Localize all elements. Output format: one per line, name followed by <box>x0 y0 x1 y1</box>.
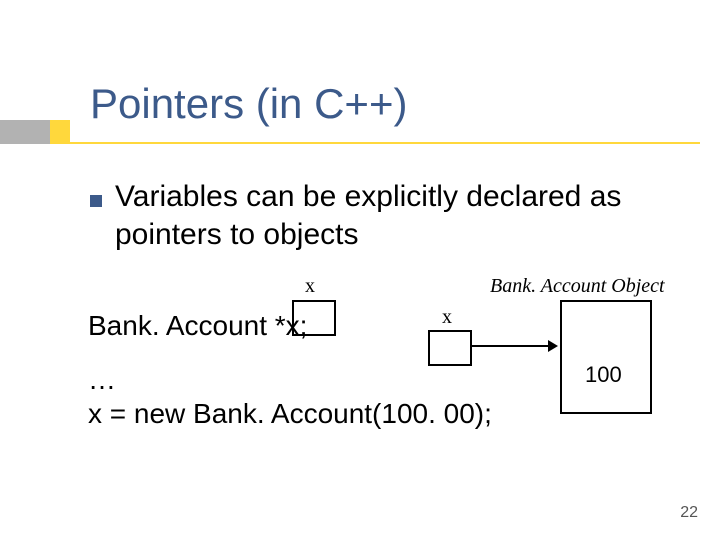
pointer-arrow-head-icon <box>548 340 558 352</box>
pointer-arrow-line <box>470 345 550 347</box>
object-value: 100 <box>585 362 622 388</box>
slide-title: Pointers (in C++) <box>90 80 407 128</box>
bullet-icon <box>90 195 102 207</box>
title-accent-decor <box>50 120 70 144</box>
code-line-2: … <box>88 364 116 396</box>
object-label: Bank. Account Object <box>490 275 665 298</box>
code-line-1: Bank. Account *x; <box>88 310 307 342</box>
title-stripe-decor <box>0 120 50 144</box>
var-x-label-1: x <box>305 275 315 298</box>
var-x-box-empty <box>292 300 336 336</box>
slide: Pointers (in C++) Variables can be expli… <box>0 0 720 540</box>
bullet-text: Variables can be explicitly declared as … <box>115 178 685 253</box>
var-x-label-2: x <box>442 306 452 329</box>
var-x-box-pointer <box>428 330 472 366</box>
page-number: 22 <box>680 504 698 522</box>
object-box <box>560 300 652 414</box>
code-line-3: x = new Bank. Account(100. 00); <box>88 398 492 430</box>
title-underline-decor <box>70 142 700 144</box>
